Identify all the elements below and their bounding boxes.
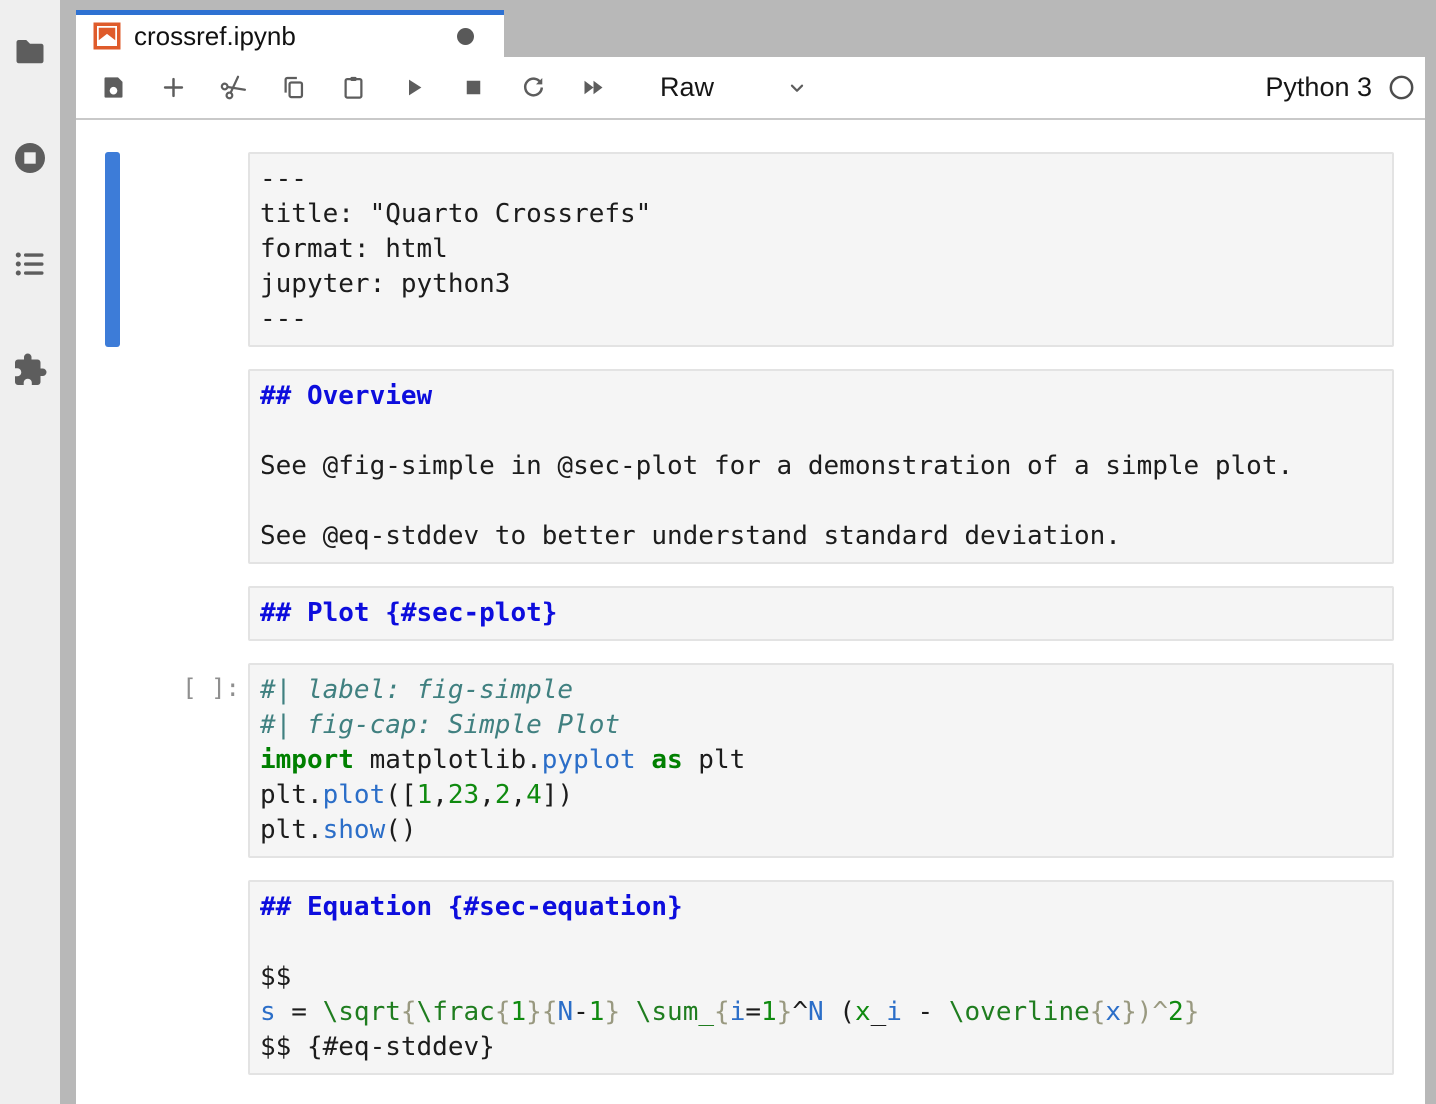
code-line: ## Overview bbox=[260, 379, 1382, 414]
save-button[interactable] bbox=[90, 65, 136, 111]
code-line: plt.show() bbox=[260, 813, 1382, 848]
restart-run-all-button[interactable] bbox=[570, 65, 616, 111]
code-line: import matplotlib.pyplot as plt bbox=[260, 743, 1382, 778]
cell-gutter bbox=[76, 586, 248, 641]
restart-kernel-button[interactable] bbox=[510, 65, 556, 111]
puzzle-icon bbox=[12, 352, 48, 388]
jupyterlab-window: crossref.ipynb Raw Python 3 ---title: "Q… bbox=[0, 0, 1436, 1104]
code-line: ## Equation {#sec-equation} bbox=[260, 890, 1382, 925]
code-line: #| label: fig-simple bbox=[260, 673, 1382, 708]
sidebar-item-running-sessions[interactable] bbox=[12, 140, 48, 176]
kernel-idle-circle-icon[interactable] bbox=[1388, 74, 1415, 101]
cell-editor[interactable]: ---title: "Quarto Crossrefs"format: html… bbox=[248, 152, 1394, 347]
save-icon bbox=[100, 74, 127, 101]
cell-editor[interactable]: ## Overview See @fig-simple in @sec-plot … bbox=[248, 369, 1394, 564]
restart-icon bbox=[520, 74, 547, 101]
cell-type-value: Raw bbox=[660, 72, 714, 103]
paste-cell-button[interactable] bbox=[330, 65, 376, 111]
paste-icon bbox=[340, 74, 367, 101]
copy-icon bbox=[280, 74, 307, 101]
code-line: format: html bbox=[260, 232, 1382, 267]
notebook-cells: ---title: "Quarto Crossrefs"format: html… bbox=[76, 120, 1425, 1104]
cell-editor[interactable]: ## Plot {#sec-plot} bbox=[248, 586, 1394, 641]
cell-gutter bbox=[76, 880, 248, 1075]
code-line: --- bbox=[260, 302, 1382, 337]
code-line: $$ {#eq-stddev} bbox=[260, 1030, 1382, 1065]
copy-cell-button[interactable] bbox=[270, 65, 316, 111]
insert-cell-button[interactable] bbox=[150, 65, 196, 111]
sidebar-item-table-of-contents[interactable] bbox=[12, 246, 48, 282]
code-line: See @fig-simple in @sec-plot for a demon… bbox=[260, 449, 1382, 484]
code-line: $$ bbox=[260, 960, 1382, 995]
cell-markdown: ## Equation {#sec-equation} $$s = \sqrt{\… bbox=[76, 880, 1425, 1075]
interrupt-kernel-button[interactable] bbox=[450, 65, 496, 111]
running-icon bbox=[12, 140, 48, 176]
activity-sidebar bbox=[0, 0, 60, 1104]
cut-icon bbox=[220, 74, 247, 101]
code-line: plt.plot([1,23,2,4]) bbox=[260, 778, 1382, 813]
code-line: See @eq-stddev to better understand stan… bbox=[260, 519, 1382, 554]
notebook-toolbar: Raw Python 3 bbox=[76, 57, 1425, 120]
cell-editor[interactable]: #| label: fig-simple#| fig-cap: Simple P… bbox=[248, 663, 1394, 858]
run-icon bbox=[400, 74, 427, 101]
notebook-icon bbox=[92, 21, 122, 51]
cell-gutter bbox=[76, 369, 248, 564]
cell-gutter bbox=[76, 152, 248, 347]
cell-gutter: [ ]: bbox=[76, 663, 248, 858]
cell-markdown: ## Overview See @fig-simple in @sec-plot … bbox=[76, 369, 1425, 564]
fast-forward-icon bbox=[580, 74, 607, 101]
cell-editor[interactable]: ## Equation {#sec-equation} $$s = \sqrt{\… bbox=[248, 880, 1394, 1075]
code-line: #| fig-cap: Simple Plot bbox=[260, 708, 1382, 743]
sidebar-item-extensions[interactable] bbox=[12, 352, 48, 388]
unsaved-changes-indicator[interactable] bbox=[457, 28, 474, 45]
code-line: --- bbox=[260, 162, 1382, 197]
folder-icon bbox=[12, 34, 48, 70]
execution-count: [ ]: bbox=[182, 674, 240, 702]
tab-crossref-ipynb[interactable]: crossref.ipynb bbox=[76, 10, 504, 57]
main-panel: crossref.ipynb Raw Python 3 ---title: "Q… bbox=[76, 0, 1425, 1104]
code-line: title: "Quarto Crossrefs" bbox=[260, 197, 1382, 232]
code-line bbox=[260, 925, 1382, 960]
kernel-name[interactable]: Python 3 bbox=[1265, 72, 1372, 103]
code-line: s = \sqrt{\frac{1}{N-1} \sum_{i=1}^N (x_… bbox=[260, 995, 1382, 1030]
tab-title: crossref.ipynb bbox=[134, 21, 296, 52]
run-cell-button[interactable] bbox=[390, 65, 436, 111]
active-cell-indicator[interactable] bbox=[105, 152, 120, 347]
code-line: jupyter: python3 bbox=[260, 267, 1382, 302]
tab-bar: crossref.ipynb bbox=[76, 0, 1425, 57]
cell-markdown: ## Plot {#sec-plot} bbox=[76, 586, 1425, 641]
sidebar-item-file-browser[interactable] bbox=[12, 34, 48, 70]
cell-type-dropdown[interactable]: Raw bbox=[660, 72, 808, 103]
plus-icon bbox=[160, 74, 187, 101]
cut-cell-button[interactable] bbox=[210, 65, 256, 111]
toc-icon bbox=[12, 246, 48, 282]
code-line bbox=[260, 484, 1382, 519]
code-line: ## Plot {#sec-plot} bbox=[260, 596, 1382, 631]
chevron-down-icon bbox=[786, 77, 808, 99]
code-line bbox=[260, 414, 1382, 449]
stop-icon bbox=[460, 74, 487, 101]
cell-raw: ---title: "Quarto Crossrefs"format: html… bbox=[76, 152, 1425, 347]
cell-code: [ ]: #| label: fig-simple#| fig-cap: Simp… bbox=[76, 663, 1425, 858]
toolbar-buttons bbox=[90, 65, 630, 111]
